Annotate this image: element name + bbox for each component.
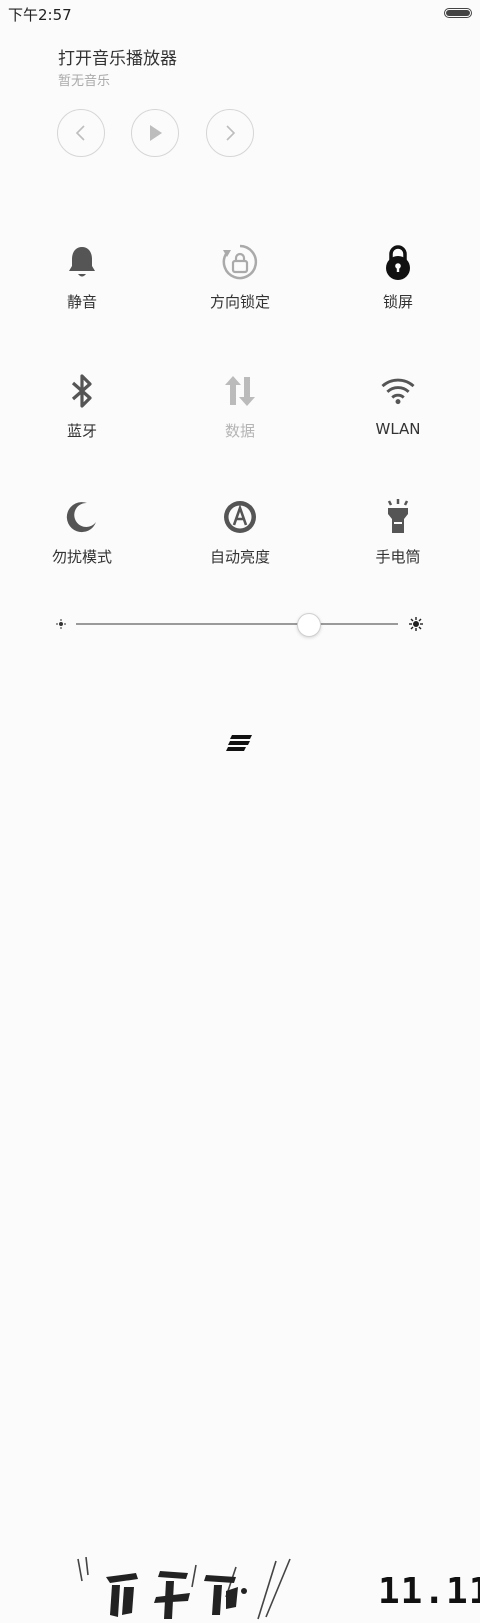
- toggle-mute[interactable]: 静音: [17, 243, 147, 323]
- battery-icon: [444, 8, 472, 18]
- auto-brightness-icon: [222, 498, 258, 536]
- data-sync-icon: [222, 372, 258, 410]
- play-button[interactable]: [131, 109, 179, 157]
- bell-icon: [64, 243, 100, 281]
- promo-art-image: [77, 1557, 291, 1620]
- play-icon: [150, 125, 162, 141]
- toggle-flashlight[interactable]: 手电筒: [333, 498, 463, 578]
- music-subtitle: 暂无音乐: [58, 74, 111, 89]
- brightness-high-icon: [409, 617, 423, 631]
- toggle-do-not-disturb[interactable]: 勿扰模式: [17, 498, 147, 578]
- chevron-left-icon: [75, 125, 85, 141]
- toggle-lock-screen[interactable]: 锁屏: [333, 243, 463, 323]
- toggle-label: 手电筒: [375, 548, 421, 566]
- bluetooth-icon: [64, 372, 100, 410]
- toggle-auto-brightness[interactable]: 自动亮度: [175, 498, 305, 578]
- toggle-label: 自动亮度: [209, 548, 270, 566]
- toggle-label: 方向锁定: [209, 293, 270, 311]
- drag-handle-icon[interactable]: [226, 733, 254, 753]
- toggle-wlan[interactable]: WLAN: [333, 372, 463, 452]
- wifi-icon: [380, 372, 416, 410]
- toggle-rotation-lock[interactable]: 方向锁定: [175, 243, 305, 323]
- previous-button[interactable]: [57, 109, 105, 157]
- toggle-label: WLAN: [375, 420, 421, 438]
- moon-icon: [64, 498, 100, 536]
- music-title[interactable]: 打开音乐播放器: [58, 44, 177, 69]
- toggle-label: 数据: [224, 422, 255, 440]
- flashlight-icon: [380, 498, 416, 536]
- promo-date-text: 11.11: [378, 1571, 480, 1612]
- toggle-label: 锁屏: [382, 293, 413, 311]
- toggle-label: 勿扰模式: [51, 548, 112, 566]
- brightness-track[interactable]: [76, 623, 398, 625]
- rotation-lock-icon: [222, 243, 258, 281]
- brightness-thumb[interactable]: [296, 613, 321, 637]
- toggle-label: 静音: [66, 293, 97, 311]
- lock-icon: [380, 243, 416, 281]
- toggle-label: 蓝牙: [66, 422, 97, 440]
- toggle-bluetooth[interactable]: 蓝牙: [17, 372, 147, 452]
- toggle-mobile-data[interactable]: 数据: [175, 372, 305, 452]
- chevron-right-icon: [226, 125, 236, 141]
- status-time: 下午2:57: [8, 6, 72, 24]
- next-button[interactable]: [206, 109, 254, 157]
- brightness-low-icon: [56, 619, 66, 629]
- promo-banner[interactable]: 11.11: [0, 775, 480, 1620]
